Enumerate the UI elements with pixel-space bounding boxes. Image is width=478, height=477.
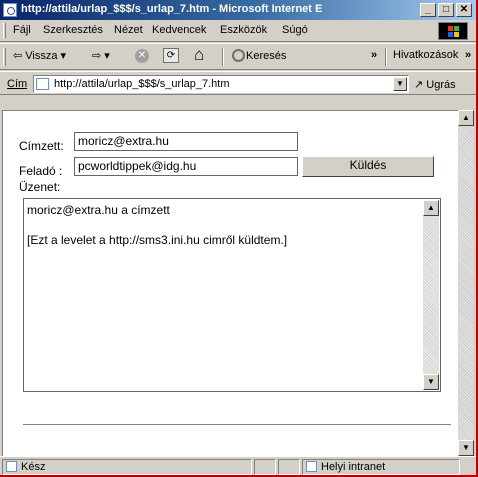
menu-file[interactable]: Fájl	[13, 24, 31, 36]
menu-help[interactable]: Súgó	[282, 24, 308, 36]
status-cell	[278, 459, 300, 475]
page-scroll-down-icon[interactable]: ▼	[458, 440, 474, 456]
toolbar-separator	[222, 48, 224, 66]
message-textarea[interactable]: moricz@extra.hu a címzett [Ezt a levelet…	[23, 198, 441, 392]
search-button[interactable]: Keresés	[232, 49, 286, 62]
status-bar: Kész Helyi intranet	[0, 456, 476, 475]
message-scroll-up-icon[interactable]: ▲	[423, 200, 439, 216]
zone-text: Helyi intranet	[321, 461, 386, 473]
stop-icon: ✕	[135, 49, 149, 63]
to-label: Címzett:	[19, 139, 64, 153]
go-arrow-icon: ↗	[414, 79, 424, 91]
page-status-icon	[6, 461, 17, 472]
page-scroll-up-icon[interactable]: ▲	[458, 110, 474, 126]
home-icon: ⌂	[194, 45, 205, 64]
message-scrollbar[interactable]: ▲ ▼	[423, 200, 439, 390]
toolbar-overflow-chevron[interactable]: »	[371, 49, 377, 61]
status-text: Kész	[21, 461, 46, 473]
page-scrollbar[interactable]: ▲ ▼	[458, 110, 474, 456]
minimize-button[interactable]: _	[420, 3, 436, 17]
home-button[interactable]: ⌂	[194, 46, 204, 64]
menu-edit[interactable]: Szerkesztés	[43, 24, 103, 36]
search-label: Keresés	[246, 50, 287, 62]
address-label: Cím	[7, 78, 28, 90]
address-url[interactable]: http://attila/urlap_$$$/s_urlap_7.htm	[54, 78, 230, 90]
standard-toolbar: ⇦ Vissza ▾ ⇨ ▾ ✕ ⟳ ⌂ Keresés » Hivatkozá…	[0, 43, 476, 70]
page-icon	[36, 78, 49, 90]
links-chevron[interactable]: »	[465, 49, 471, 61]
menu-bar: Fájl Szerkesztés Nézet Kedvencek Eszközö…	[0, 20, 476, 42]
menu-grip[interactable]	[3, 23, 6, 38]
refresh-button[interactable]: ⟳	[163, 48, 179, 63]
message-label: Üzenet:	[19, 180, 61, 194]
back-button[interactable]: ⇦ Vissza ▾	[13, 49, 66, 62]
links-bar-button[interactable]: Hivatkozások	[393, 49, 458, 61]
from-label: Feladó :	[19, 164, 63, 178]
title-bar[interactable]: http://attila/urlap_$$$/s_urlap_7.htm - …	[0, 0, 476, 20]
go-label: Ugrás	[426, 79, 456, 91]
menu-view[interactable]: Nézet	[114, 24, 143, 36]
forward-button[interactable]: ⇨ ▾	[92, 49, 110, 62]
message-line-2: [Ezt a levelet a http://sms3.ini.hu cimr…	[27, 233, 288, 247]
message-scroll-down-icon[interactable]: ▼	[423, 374, 439, 390]
page-content: Címzett: moricz@extra.hu Feladó : pcworl…	[2, 110, 458, 456]
send-button[interactable]: Küldés	[302, 156, 434, 177]
window-title: http://attila/urlap_$$$/s_urlap_7.htm - …	[21, 3, 323, 15]
status-cell	[254, 459, 276, 475]
refresh-icon: ⟳	[163, 48, 179, 63]
menu-favorites[interactable]: Kedvencek	[152, 24, 206, 36]
ie-page-icon	[3, 3, 17, 17]
status-text-cell: Kész	[2, 459, 252, 475]
stop-button[interactable]: ✕	[135, 49, 149, 63]
close-button[interactable]: ✕	[456, 3, 472, 17]
address-bar: Cím http://attila/urlap_$$$/s_urlap_7.ht…	[0, 71, 476, 95]
address-input[interactable]: http://attila/urlap_$$$/s_urlap_7.htm ▼	[33, 75, 409, 93]
address-dropdown-icon[interactable]: ▼	[393, 77, 407, 91]
go-button[interactable]: ↗ Ugrás	[414, 78, 456, 91]
menu-tools[interactable]: Eszközök	[220, 24, 267, 36]
message-line-1: moricz@extra.hu a címzett	[27, 203, 170, 217]
to-input[interactable]: moricz@extra.hu	[74, 132, 298, 151]
toolbar-separator	[385, 48, 387, 66]
from-input[interactable]: pcworldtippek@idg.hu	[74, 157, 298, 176]
message-text[interactable]: moricz@extra.hu a címzett [Ezt a levelet…	[27, 203, 287, 248]
maximize-button[interactable]: □	[438, 3, 454, 17]
intranet-zone-icon	[306, 461, 317, 472]
browser-window: http://attila/urlap_$$$/s_urlap_7.htm - …	[0, 0, 478, 477]
windows-logo-icon	[438, 22, 468, 40]
zone-cell: Helyi intranet	[302, 459, 460, 475]
toolbar-grip[interactable]	[3, 48, 6, 66]
horizontal-rule	[23, 424, 451, 426]
search-icon	[232, 49, 245, 62]
